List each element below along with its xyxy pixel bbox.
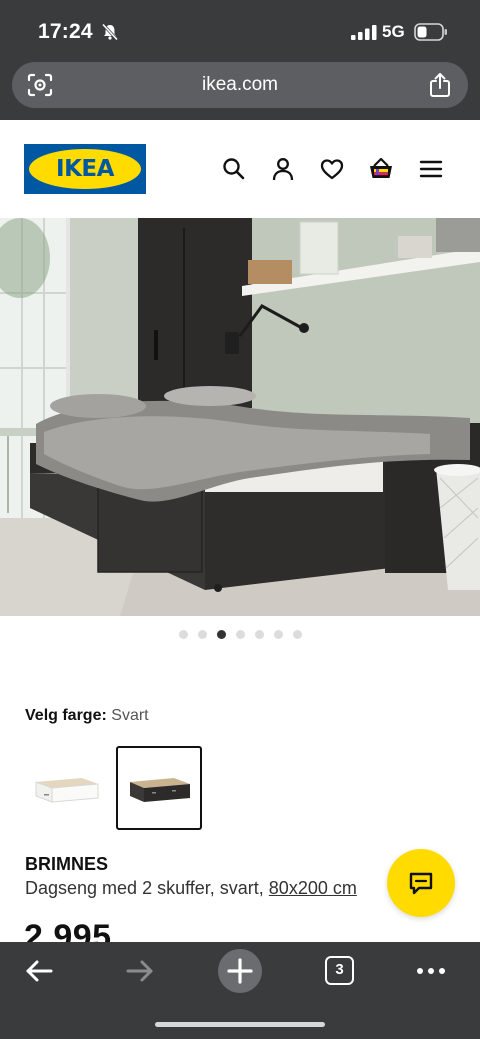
browser-top-chrome: 17:24 5G ikea.com [0, 0, 480, 120]
gallery-dot[interactable] [254, 630, 264, 639]
share-icon[interactable] [428, 72, 452, 98]
cellular-signal-icon [351, 25, 377, 40]
new-tab-plus-icon [227, 958, 253, 984]
gallery-dot[interactable] [235, 630, 245, 639]
battery-icon [414, 23, 447, 41]
product-image[interactable] [0, 218, 480, 616]
home-indicator[interactable] [155, 1022, 325, 1027]
black-daybed-thumbnail [130, 778, 190, 802]
color-select-value: Svart [111, 707, 149, 724]
color-select-label: Velg farge: Svart [25, 707, 149, 725]
back-arrow-icon[interactable] [24, 956, 54, 986]
gallery-pagination[interactable] [0, 630, 480, 642]
color-swatch-black[interactable] [116, 746, 202, 830]
gallery-dot[interactable] [292, 630, 302, 639]
cart-basket-icon[interactable] [368, 156, 394, 182]
gallery-dot[interactable] [178, 630, 188, 639]
more-icon[interactable] [416, 956, 446, 986]
browser-toolbar: 3 [0, 942, 480, 1039]
network-type: 5G [382, 22, 405, 41]
silent-bell-icon [101, 23, 119, 41]
color-select-title: Velg farge: [25, 707, 107, 724]
site-header: IKEA [0, 120, 480, 218]
product-name: BRIMNES [25, 854, 109, 874]
gallery-dot-active[interactable] [216, 630, 226, 639]
tabs-button[interactable]: 3 [325, 956, 354, 985]
url-text[interactable]: ikea.com [12, 74, 468, 96]
gallery-dot[interactable] [197, 630, 207, 639]
chat-icon [409, 872, 433, 895]
white-daybed-thumbnail [35, 778, 99, 803]
product-size-link[interactable]: 80x200 cm [269, 878, 357, 898]
address-bar[interactable]: ikea.com [12, 62, 468, 108]
wishlist-heart-icon[interactable] [319, 156, 345, 182]
color-swatch-white[interactable] [24, 746, 110, 830]
logo-text: IKEA [56, 156, 114, 182]
product-description: Dagseng med 2 skuffer, svart, 80x200 cm [25, 878, 357, 899]
search-icon[interactable] [221, 156, 247, 182]
forward-arrow-icon[interactable] [125, 956, 155, 986]
status-time: 17:24 [38, 20, 93, 43]
logo-oval: IKEA [29, 149, 141, 189]
daybed-illustration [0, 218, 480, 616]
chat-button[interactable] [387, 849, 455, 917]
menu-icon[interactable] [418, 156, 444, 182]
new-tab-button[interactable] [218, 949, 262, 993]
product-description-text: Dagseng med 2 skuffer, svart, [25, 878, 269, 898]
ikea-logo[interactable]: IKEA [24, 144, 146, 194]
account-icon[interactable] [270, 156, 296, 182]
gallery-dot[interactable] [273, 630, 283, 639]
